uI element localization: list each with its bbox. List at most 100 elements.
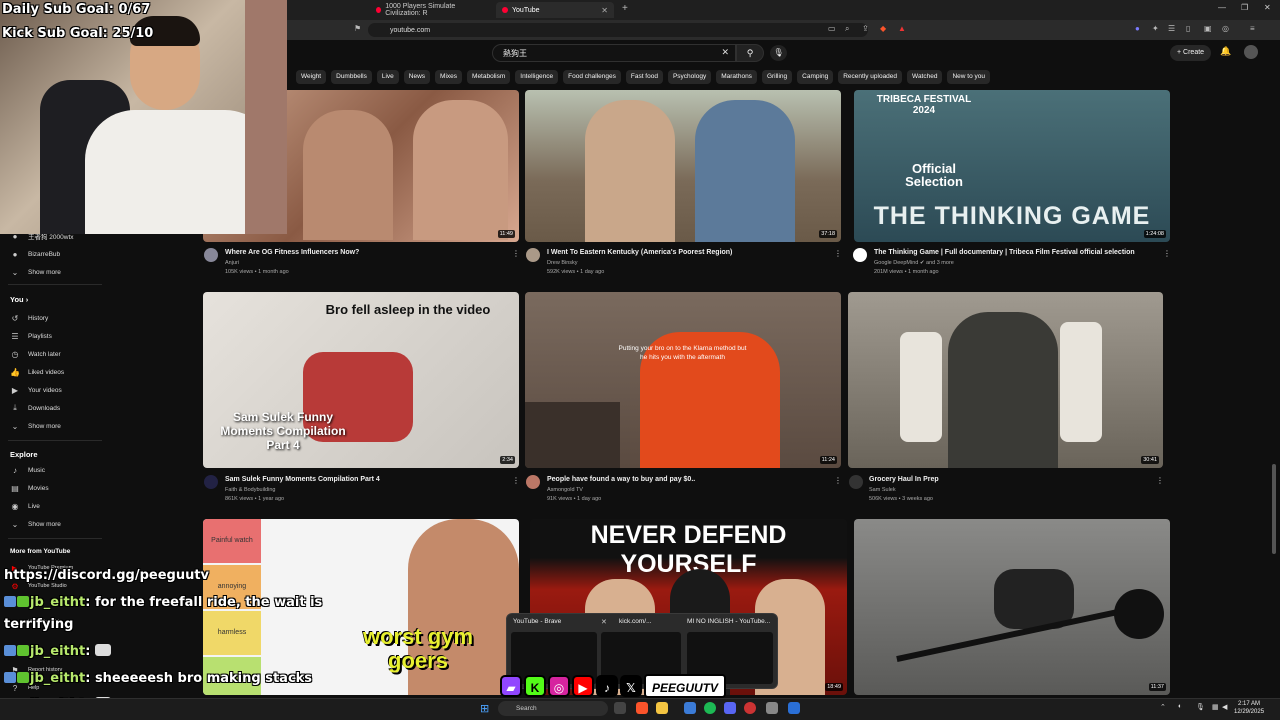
- chip-intelligence[interactable]: Intelligence: [515, 70, 559, 84]
- chip-food-challenges[interactable]: Food challenges: [563, 70, 621, 84]
- bookmark-icon[interactable]: ⚑: [354, 24, 361, 33]
- brave-rewards-icon[interactable]: ▲: [898, 24, 906, 33]
- search-button[interactable]: ⚲: [736, 44, 764, 62]
- sidebar-item-history[interactable]: ↺ History: [10, 312, 49, 324]
- video-title[interactable]: People have found a way to buy and pay $…: [547, 476, 695, 483]
- network-icon[interactable]: ▦: [1212, 703, 1219, 711]
- sidebar-show-more[interactable]: ⌄ Show more: [10, 266, 61, 278]
- vscode-icon[interactable]: [788, 702, 800, 714]
- share-icon[interactable]: ⇪: [862, 24, 869, 33]
- sidebar-item-music[interactable]: ♪ Music: [10, 464, 45, 476]
- video-title[interactable]: Where Are OG Fitness Influencers Now?: [225, 249, 359, 256]
- app-icon[interactable]: [684, 702, 696, 714]
- chip-fast-food[interactable]: Fast food: [625, 70, 663, 84]
- menu-icon[interactable]: ≡: [1250, 24, 1255, 33]
- channel-avatar[interactable]: [204, 248, 218, 262]
- video-title[interactable]: Grocery Haul In Prep: [869, 476, 939, 483]
- sidebar-show-more[interactable]: ⌄ Show more: [10, 518, 61, 530]
- channel-avatar[interactable]: [526, 248, 540, 262]
- more-options-icon[interactable]: ⋮: [1156, 476, 1164, 485]
- volume-icon[interactable]: ◀: [1222, 703, 1227, 711]
- voice-search-button[interactable]: 🎙: [770, 45, 787, 61]
- obs-icon[interactable]: [744, 702, 756, 714]
- video-thumbnail[interactable]: TRIBECA FESTIVAL 2024 Official Selection…: [854, 90, 1170, 242]
- new-tab-button[interactable]: +: [622, 3, 628, 14]
- chip-marathons[interactable]: Marathons: [716, 70, 757, 84]
- search-input[interactable]: 熱狗王 ✕: [492, 44, 736, 62]
- task-view-icon[interactable]: [614, 702, 626, 714]
- close-tab-icon[interactable]: ✕: [601, 6, 608, 15]
- wallet-icon[interactable]: ▣: [1204, 24, 1212, 33]
- extension-icon[interactable]: ☰: [1168, 24, 1175, 33]
- minimize-button[interactable]: —: [1218, 3, 1226, 12]
- video-thumbnail[interactable]: Bro fell asleep in the video Sam Sulek F…: [203, 292, 519, 468]
- notifications-bell-icon[interactable]: 🔔: [1220, 46, 1231, 57]
- video-title[interactable]: The Thinking Game | Full documentary | T…: [874, 249, 1135, 256]
- spotify-icon[interactable]: [704, 702, 716, 714]
- channel-name[interactable]: Sam Sulek: [869, 486, 896, 495]
- brave-browser-icon[interactable]: [636, 702, 648, 714]
- sidebar-item-movies[interactable]: ▤ Movies: [10, 482, 48, 494]
- channel-name[interactable]: Google DeepMind ✔ and 3 more: [874, 259, 954, 268]
- video-thumbnail[interactable]: 30:41: [848, 292, 1163, 468]
- chip-metabolism[interactable]: Metabolism: [467, 70, 511, 84]
- page-scrollbar[interactable]: [1272, 464, 1276, 554]
- vpn-icon[interactable]: ◎: [1222, 24, 1229, 33]
- browser-tab-youtube[interactable]: YouTube ✕: [496, 2, 614, 18]
- video-thumbnail[interactable]: 11:37: [854, 519, 1170, 695]
- video-title[interactable]: I Went To Eastern Kentucky (America's Po…: [547, 249, 732, 256]
- more-options-icon[interactable]: ⋮: [512, 249, 520, 258]
- channel-avatar[interactable]: [849, 475, 863, 489]
- sidebar-item-liked-videos[interactable]: 👍 Liked videos: [10, 366, 64, 378]
- chip-camping[interactable]: Camping: [797, 70, 834, 84]
- sidebar-toggle-icon[interactable]: ▯: [1186, 24, 1190, 33]
- chip-recently-uploaded[interactable]: Recently uploaded: [838, 70, 903, 84]
- brave-shield-icon[interactable]: ◆: [880, 24, 886, 33]
- chip-watched[interactable]: Watched: [907, 70, 943, 84]
- channel-name[interactable]: Faith & Bodybuilding: [225, 486, 275, 495]
- account-avatar[interactable]: [1244, 45, 1258, 59]
- chip-mixes[interactable]: Mixes: [435, 70, 463, 84]
- file-explorer-icon[interactable]: [656, 702, 668, 714]
- chip-live[interactable]: Live: [376, 70, 399, 84]
- channel-avatar[interactable]: [526, 475, 540, 489]
- browser-tab-civilization[interactable]: 1000 Players Simulate Civilization: R: [370, 2, 490, 18]
- sidebar-heading-you[interactable]: You ›: [10, 295, 28, 304]
- channel-name[interactable]: Asmongold TV: [547, 486, 583, 495]
- sidebar-item-live[interactable]: ◉ Live: [10, 500, 40, 512]
- more-options-icon[interactable]: ⋮: [834, 249, 842, 258]
- extension-icon[interactable]: ●: [1135, 24, 1140, 33]
- address-bar[interactable]: youtube.com: [368, 23, 868, 37]
- clear-search-icon[interactable]: ✕: [721, 47, 729, 58]
- chip-dumbbells[interactable]: Dumbbells: [331, 70, 372, 84]
- preview-title-kick[interactable]: kick.com/...: [619, 618, 652, 625]
- chip-new-to-you[interactable]: New to you: [947, 70, 990, 84]
- preview-close-icon[interactable]: ✕: [601, 618, 607, 626]
- zoom-icon[interactable]: ⌕: [845, 24, 849, 34]
- taskbar-search[interactable]: Search: [498, 701, 608, 716]
- video-title[interactable]: Sam Sulek Funny Moments Compilation Part…: [225, 476, 380, 483]
- cast-icon[interactable]: ▭: [828, 24, 836, 33]
- video-thumbnail[interactable]: 37:18: [525, 90, 841, 242]
- sidebar-item-watch-later[interactable]: ◷ Watch later: [10, 348, 61, 360]
- create-button[interactable]: + Create: [1170, 45, 1212, 61]
- chip-grilling[interactable]: Grilling: [761, 70, 793, 84]
- channel-name[interactable]: Anjuri: [225, 259, 239, 268]
- tray-chevron-icon[interactable]: ⌃: [1160, 703, 1166, 711]
- preview-title-youtube-brave[interactable]: YouTube - Brave: [513, 618, 561, 625]
- channel-avatar[interactable]: [853, 248, 867, 262]
- taskbar-clock[interactable]: 2:17 AM 12/29/2025: [1234, 700, 1264, 716]
- chip-weight[interactable]: Weight: [296, 70, 327, 84]
- more-options-icon[interactable]: ⋮: [1163, 249, 1171, 258]
- settings-icon[interactable]: [766, 702, 778, 714]
- tray-app-icon[interactable]: ◐: [1178, 703, 1182, 710]
- chip-news[interactable]: News: [403, 70, 431, 84]
- more-options-icon[interactable]: ⋮: [834, 476, 842, 485]
- sidebar-subscription[interactable]: ● BizarreBub: [10, 248, 61, 260]
- video-thumbnail[interactable]: Putting your bro on to the Klarna method…: [525, 292, 841, 468]
- more-options-icon[interactable]: ⋮: [512, 476, 520, 485]
- channel-avatar[interactable]: [204, 475, 218, 489]
- preview-title-youtube[interactable]: MI NO INGLISH - YouTube...: [687, 618, 770, 625]
- sidebar-item-your-videos[interactable]: ▶ Your videos: [10, 384, 62, 396]
- sidebar-item-downloads[interactable]: ⤓ Downloads: [10, 402, 60, 414]
